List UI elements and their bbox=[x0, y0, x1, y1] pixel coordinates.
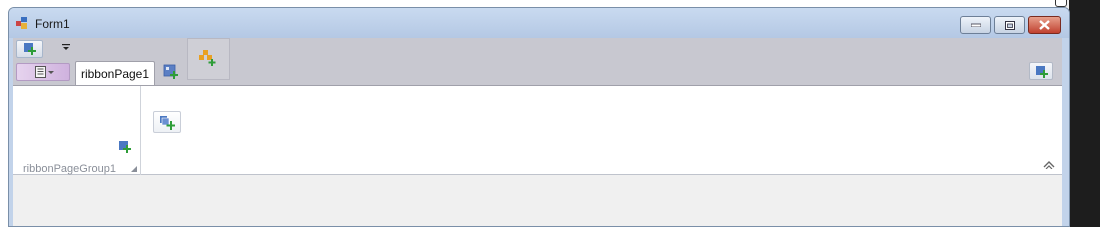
group-label: ribbonPageGroup1 bbox=[23, 163, 116, 175]
add-item-icon bbox=[1036, 66, 1049, 78]
close-icon bbox=[1039, 20, 1050, 30]
quick-access-toolbar bbox=[13, 38, 1062, 60]
desktop-background bbox=[1069, 0, 1100, 227]
form-window: Form1 ribbonPage1 ribbonPageGroup1 bbox=[8, 7, 1070, 227]
page-header-add-button[interactable] bbox=[1029, 62, 1053, 80]
tab-ribbonpage1[interactable]: ribbonPage1 bbox=[75, 61, 155, 85]
app-icon[interactable] bbox=[16, 17, 29, 30]
add-page-icon[interactable] bbox=[163, 64, 181, 80]
maximize-button[interactable] bbox=[994, 16, 1025, 34]
add-item-icon[interactable] bbox=[119, 141, 133, 153]
chevron-down-icon[interactable] bbox=[61, 43, 71, 53]
add-page-category-button[interactable] bbox=[187, 38, 230, 80]
ribbon-page-group: ribbonPageGroup1 bbox=[13, 86, 141, 175]
window-title: Form1 bbox=[35, 17, 70, 31]
ribbon-tab-strip: ribbonPage1 bbox=[13, 60, 1062, 85]
add-group-icon bbox=[199, 50, 217, 66]
add-item-icon bbox=[24, 43, 37, 55]
ribbon-control: ribbonPage1 ribbonPageGroup1 bbox=[13, 38, 1062, 226]
close-button[interactable] bbox=[1028, 16, 1061, 34]
maximize-icon bbox=[1004, 20, 1015, 30]
qat-add-button[interactable] bbox=[16, 40, 43, 58]
collapse-ribbon-icon[interactable] bbox=[1043, 161, 1055, 169]
corner-grip bbox=[1055, 0, 1067, 7]
document-icon bbox=[35, 66, 55, 78]
minimize-button[interactable] bbox=[960, 16, 991, 34]
minimize-icon bbox=[970, 23, 981, 27]
dialog-launcher-icon[interactable] bbox=[131, 166, 137, 172]
ribbon-page-content: ribbonPageGroup1 bbox=[13, 85, 1062, 175]
add-group-icon bbox=[160, 116, 175, 130]
form-client-area bbox=[13, 175, 1062, 226]
add-group-button[interactable] bbox=[153, 111, 181, 133]
application-menu-button[interactable] bbox=[16, 63, 70, 81]
title-bar: Form1 bbox=[9, 8, 1069, 38]
